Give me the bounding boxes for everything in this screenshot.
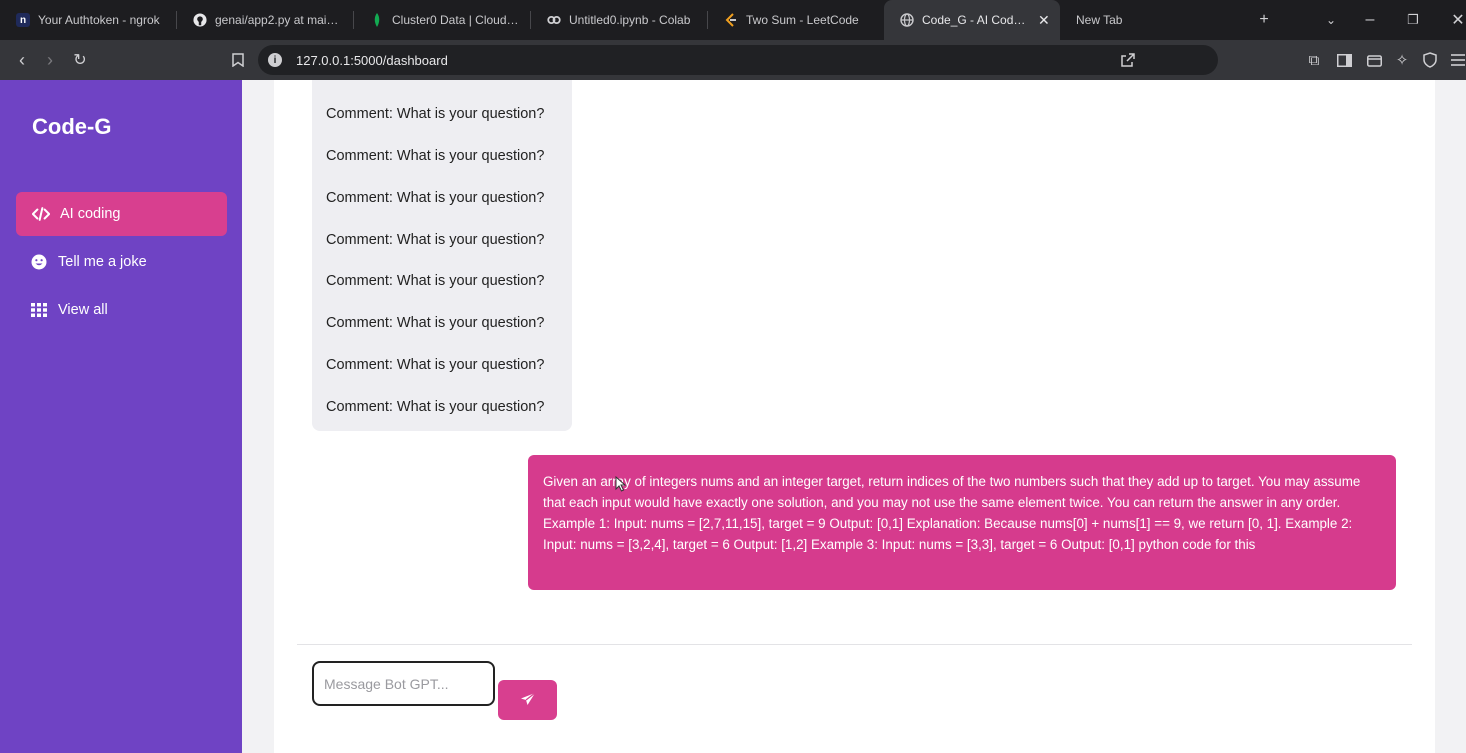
minimize-icon[interactable]: – [1352,0,1388,40]
bot-message-line: Comment: What is your question? [326,399,545,415]
back-icon[interactable]: ‹ [8,40,36,80]
mouse-cursor-icon [615,475,627,497]
app-viewport: Code-G AI coding Tell me a joke View all [0,80,1466,753]
reload-icon[interactable]: ↻ [66,40,94,80]
sidebar-item-tell-me-a-joke[interactable]: Tell me a joke [16,240,227,284]
tab-github[interactable]: genai/app2.py at main · d [177,0,353,40]
extensions-icon[interactable]: ⧉ [1300,40,1328,80]
tab-title: Two Sum - LeetCode [746,13,859,27]
bot-message-line: Comment: What is your question? [326,273,545,289]
tab-code-g-active[interactable]: Code_G - AI Coding ✕ [884,0,1060,40]
composer-divider [297,644,1412,645]
browser-tab-strip: n Your Authtoken - ngrok genai/app2.py a… [0,0,1466,40]
tab-new-tab[interactable]: New Tab [1060,0,1210,40]
brand-title: Code-G [32,114,112,139]
sidebar-item-label: Tell me a joke [58,254,147,270]
close-window-icon[interactable]: ✕ [1440,0,1466,40]
sidebar-item-label: View all [58,302,108,318]
sidebar: Code-G AI coding Tell me a joke View all [0,80,242,753]
leo-ai-icon[interactable]: ✧ [1388,40,1416,80]
grid-icon [30,301,48,319]
bot-message-line: Comment: What is your question? [326,232,545,248]
send-button[interactable] [498,680,557,720]
wallet-icon[interactable] [1360,40,1388,80]
tab-leetcode[interactable]: Two Sum - LeetCode [708,0,884,40]
github-icon [193,13,207,27]
bot-message-line: Comment: What is your question? [326,148,545,164]
sidebar-item-ai-coding[interactable]: AI coding [16,192,227,236]
tab-mongodb[interactable]: Cluster0 Data | Cloud: Mo [354,0,530,40]
tab-title: genai/app2.py at main · d [215,13,343,27]
tab-title: Code_G - AI Coding [922,13,1026,27]
bot-message-bubble: Comment: What is your question? Comment:… [312,80,572,431]
browser-toolbar: ‹ › ↻ i 127.0.0.1:5000/dashboard ⧉ ✧ [0,40,1466,107]
tab-ngrok[interactable]: n Your Authtoken - ngrok [0,0,176,40]
forward-icon[interactable]: › [36,40,64,80]
bot-message-line: Comment: What is your question? [326,357,545,373]
bot-message-line: Comment: What is your question? [326,315,545,331]
colab-icon [547,13,561,27]
sidebar-item-label: AI coding [60,206,121,222]
restore-icon[interactable]: ❐ [1395,0,1431,40]
close-tab-icon[interactable]: ✕ [1038,12,1050,29]
tab-title: Untitled0.ipynb - Colab [569,13,691,27]
bot-message-line: Comment: What is your question? [326,106,545,122]
vpn-shield-icon[interactable] [1416,40,1444,80]
tab-colab[interactable]: Untitled0.ipynb - Colab [531,0,707,40]
mongodb-icon [370,13,384,27]
code-icon [32,205,50,223]
address-bar[interactable]: i 127.0.0.1:5000/dashboard [258,45,1218,75]
sidebar-toggle-icon[interactable] [1330,40,1358,80]
send-icon [520,692,536,709]
chat-panel: Comment: What is your question? Comment:… [274,80,1435,753]
menu-icon[interactable] [1444,40,1466,80]
bot-message-line: Comment: What is your question? [326,190,545,206]
user-message-bubble: Given an array of integers nums and an i… [528,455,1396,590]
tab-title: New Tab [1076,13,1123,27]
tab-search-chevron-icon[interactable]: ⌄ [1313,0,1349,40]
bookmark-icon[interactable] [224,40,252,80]
tab-title: Cluster0 Data | Cloud: Mo [392,13,520,27]
message-input[interactable] [312,661,495,706]
site-info-icon[interactable]: i [268,53,282,67]
url-text: 127.0.0.1:5000/dashboard [296,52,448,68]
new-tab-plus-icon[interactable]: + [1246,0,1282,40]
sidebar-item-view-all[interactable]: View all [16,288,227,332]
leetcode-icon [724,13,738,27]
globe-icon [900,13,914,27]
smile-icon [30,253,48,271]
ngrok-icon: n [16,13,30,27]
share-icon[interactable] [1120,52,1136,73]
tab-title: Your Authtoken - ngrok [38,13,160,27]
